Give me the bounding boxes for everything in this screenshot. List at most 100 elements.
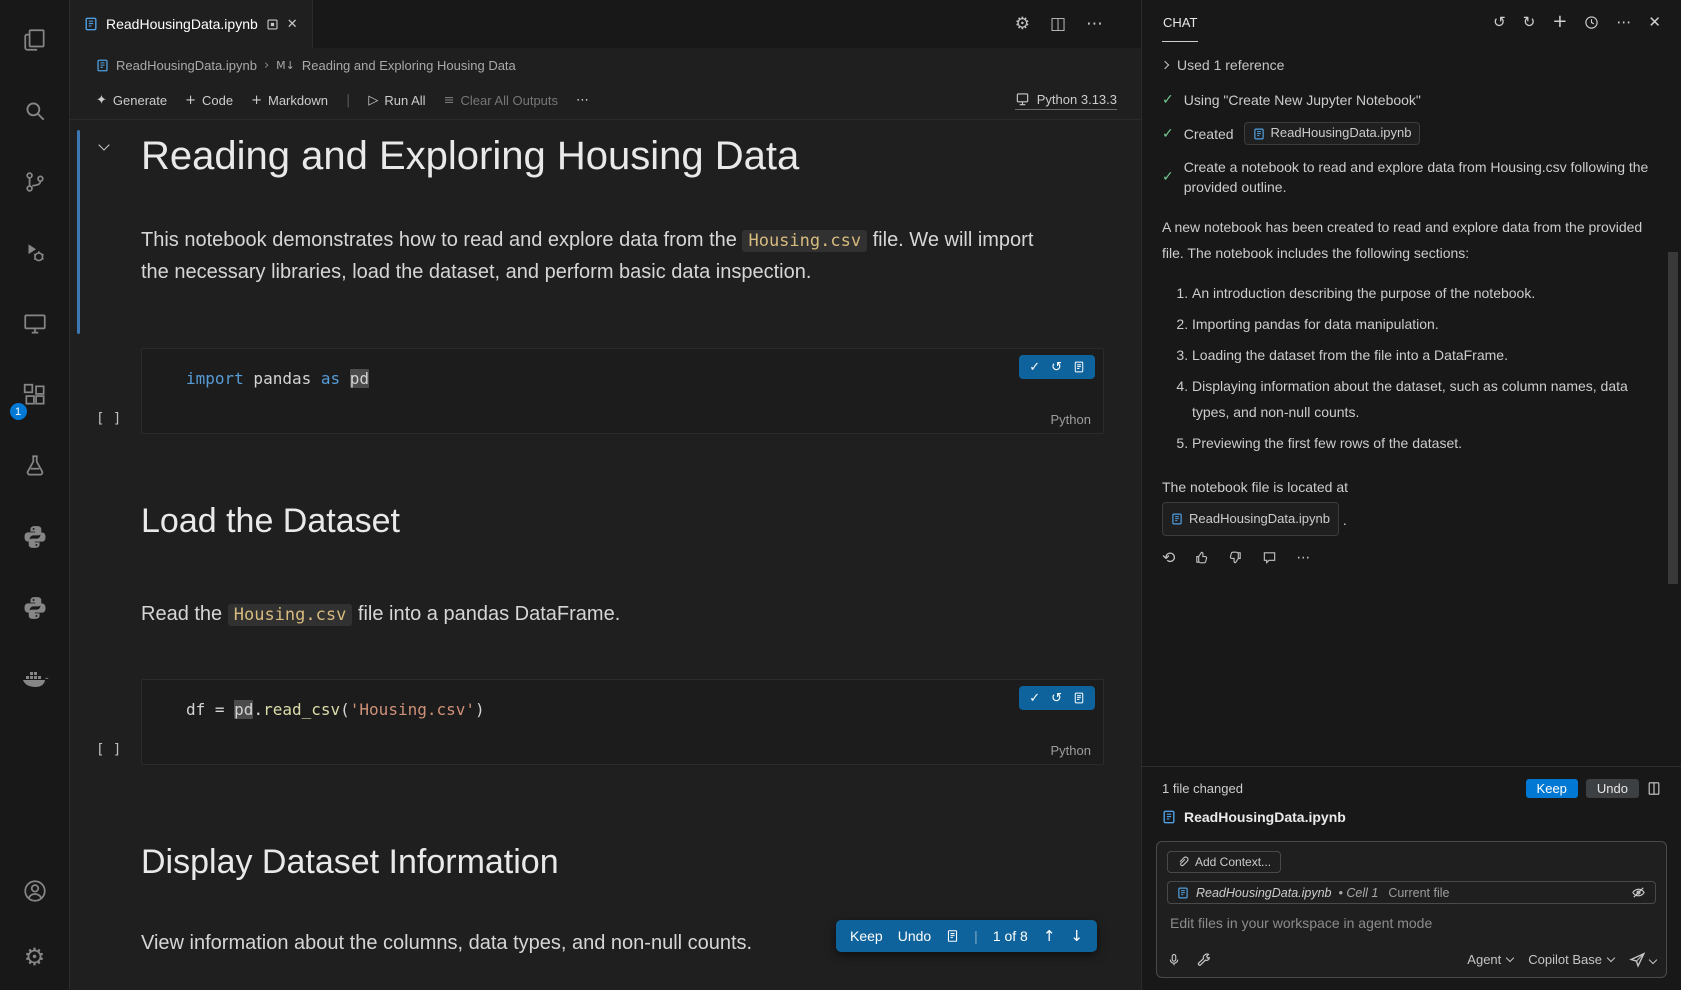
chat-text-input[interactable]: Edit files in your workspace in agent mo… [1167, 912, 1656, 943]
clear-all-outputs-button[interactable]: ≡ Clear All Outputs [444, 93, 558, 108]
breadcrumb-file[interactable]: ReadHousingData.ipynb [116, 58, 257, 73]
extensions-icon[interactable]: 1 [0, 359, 70, 430]
retry-icon[interactable]: ⟲ [1162, 550, 1175, 566]
more-actions-icon[interactable]: ⋯ [1086, 16, 1103, 33]
split-editor-icon[interactable]: ◫ [1050, 16, 1066, 33]
files-changed-block: 1 file changed Keep Undo ReadHousingData… [1142, 766, 1681, 831]
accounts-icon[interactable] [0, 858, 70, 924]
chat-input-toolbar: Agent Copilot Base [1167, 951, 1656, 968]
tab-readhousingdata[interactable]: ReadHousingData.ipynb ✕ [70, 0, 313, 48]
add-markdown-button[interactable]: + Markdown [251, 93, 328, 108]
attachment-name: ReadHousingData.ipynb [1196, 886, 1332, 900]
inline-code-housing-csv: Housing.csv [742, 230, 867, 252]
chat-messages: Used 1 reference ✓ Using "Create New Jup… [1142, 44, 1681, 766]
mode-picker-agent[interactable]: Agent [1467, 952, 1513, 967]
manage-gear-icon[interactable]: ⚙ [0, 924, 70, 990]
python-environments-icon[interactable] [0, 572, 70, 643]
breadcrumb-section[interactable]: Reading and Exploring Housing Data [302, 58, 516, 73]
view-diff-icon[interactable] [1647, 781, 1661, 796]
chat-redo-icon[interactable]: ↻ [1523, 15, 1536, 30]
model-picker[interactable]: Copilot Base [1528, 952, 1614, 967]
testing-icon[interactable] [0, 430, 70, 501]
plus-icon: + [185, 94, 196, 107]
edit-counter: 1 of 8 [993, 928, 1028, 944]
notebook-content: Reading and Exploring Housing Data This … [70, 120, 1141, 990]
send-button[interactable] [1629, 951, 1656, 968]
chat-input-box[interactable]: Add Context... ReadHousingData.ipynb • C… [1156, 841, 1667, 978]
undo-button[interactable]: Undo [1586, 779, 1639, 798]
used-references-toggle[interactable]: Used 1 reference [1162, 52, 1661, 78]
markdown-h1: Reading and Exploring Housing Data [141, 134, 1104, 179]
copilot-cell-actions[interactable]: ✓ ↺ [1019, 686, 1095, 710]
thumbs-down-icon[interactable] [1228, 550, 1243, 565]
toolbar-more-icon[interactable]: ⋯ [576, 94, 589, 107]
new-chat-icon[interactable]: + [1552, 13, 1567, 31]
cell-language-label[interactable]: Python [1051, 412, 1091, 427]
settings-gear-icon[interactable]: ⚙ [1015, 16, 1030, 33]
generate-button[interactable]: ✦ Generate [96, 93, 167, 108]
used-references-label: Used 1 reference [1177, 57, 1284, 73]
discard-undo-icon[interactable]: ↺ [1051, 692, 1062, 705]
keep-button[interactable]: Keep [1526, 779, 1578, 798]
file-chip-readhousingdata[interactable]: ReadHousingData.ipynb [1244, 122, 1421, 145]
list-item: Displaying information about the dataset… [1192, 373, 1661, 425]
keep-edit-button[interactable]: Keep [850, 928, 883, 944]
chat-history-icon[interactable] [1584, 15, 1599, 30]
message-more-icon[interactable]: ⋯ [1296, 551, 1310, 565]
load-text-b: file into a pandas DataFrame. [352, 603, 620, 625]
tools-icon[interactable] [1196, 952, 1211, 967]
add-context-button[interactable]: Add Context... [1167, 851, 1281, 873]
remote-explorer-icon[interactable] [0, 288, 70, 359]
next-edit-icon[interactable]: ↓ [1070, 929, 1083, 944]
attached-context-chip[interactable]: ReadHousingData.ipynb • Cell 1 Current f… [1167, 881, 1656, 904]
code-cell-import[interactable]: [ ] import pandas as pd ✓ ↺ Python [141, 348, 1104, 434]
file-chip-readhousingdata[interactable]: ReadHousingData.ipynb [1162, 502, 1339, 536]
markdown-h2-load: Load the Dataset [141, 502, 1104, 541]
code-line[interactable]: df = pd.read_csv('Housing.csv') [142, 680, 1103, 719]
run-debug-icon[interactable] [0, 217, 70, 288]
open-diff-icon[interactable] [1073, 691, 1085, 705]
run-all-button[interactable]: ▷ Run All [368, 93, 425, 108]
step-text: Created [1184, 124, 1234, 144]
chat-undo-icon[interactable]: ↺ [1493, 15, 1506, 30]
accept-check-icon[interactable]: ✓ [1029, 361, 1040, 374]
code-line[interactable]: import pandas as pd [142, 349, 1103, 388]
accept-check-icon[interactable]: ✓ [1029, 692, 1040, 705]
python-icon[interactable] [0, 501, 70, 572]
tab-preview-icon[interactable] [266, 18, 279, 31]
docker-icon[interactable] [0, 643, 70, 714]
toolbar-divider: | [346, 94, 350, 107]
markdown-paragraph-load: Read the Housing.csv file into a pandas … [141, 599, 1041, 631]
copilot-cell-actions[interactable]: ✓ ↺ [1019, 355, 1095, 379]
add-code-button[interactable]: + Code [185, 93, 233, 108]
chat-scrollbar[interactable] [1668, 252, 1678, 584]
open-diff-icon[interactable] [1073, 360, 1085, 374]
report-issue-icon[interactable] [1262, 550, 1277, 565]
chat-header: CHAT ↺ ↻ + ⋯ ✕ [1142, 0, 1681, 44]
cell-language-label[interactable]: Python [1051, 743, 1091, 758]
list-item: Previewing the first few rows of the dat… [1192, 430, 1661, 456]
chat-close-icon[interactable]: ✕ [1648, 15, 1661, 30]
eye-off-icon[interactable] [1631, 885, 1646, 900]
step-created-file: ✓ Created ReadHousingData.ipynb [1162, 122, 1661, 145]
undo-edit-button[interactable]: Undo [898, 928, 931, 944]
open-diff-icon[interactable] [946, 929, 959, 943]
collapse-cell-icon[interactable] [100, 136, 108, 154]
thumbs-up-icon[interactable] [1194, 550, 1209, 565]
search-icon[interactable] [0, 75, 70, 146]
code-cell-read-csv[interactable]: [ ] df = pd.read_csv('Housing.csv') ✓ ↺ … [141, 679, 1104, 765]
discard-undo-icon[interactable]: ↺ [1051, 361, 1062, 374]
microphone-icon[interactable] [1167, 952, 1181, 968]
notebook-icon [1171, 513, 1183, 525]
explorer-icon[interactable] [0, 4, 70, 75]
tab-chat[interactable]: CHAT [1162, 2, 1198, 42]
tab-close-icon[interactable]: ✕ [287, 18, 298, 31]
changed-file-row[interactable]: ReadHousingData.ipynb [1162, 809, 1661, 825]
location-period: . [1343, 512, 1347, 528]
kernel-picker[interactable]: Python 3.13.3 [1015, 92, 1117, 110]
attachment-detail: • Cell 1 [1339, 886, 1379, 900]
source-control-icon[interactable] [0, 146, 70, 217]
chat-more-icon[interactable]: ⋯ [1616, 15, 1631, 30]
send-icon [1629, 951, 1646, 968]
previous-edit-icon[interactable]: ↑ [1043, 929, 1056, 944]
